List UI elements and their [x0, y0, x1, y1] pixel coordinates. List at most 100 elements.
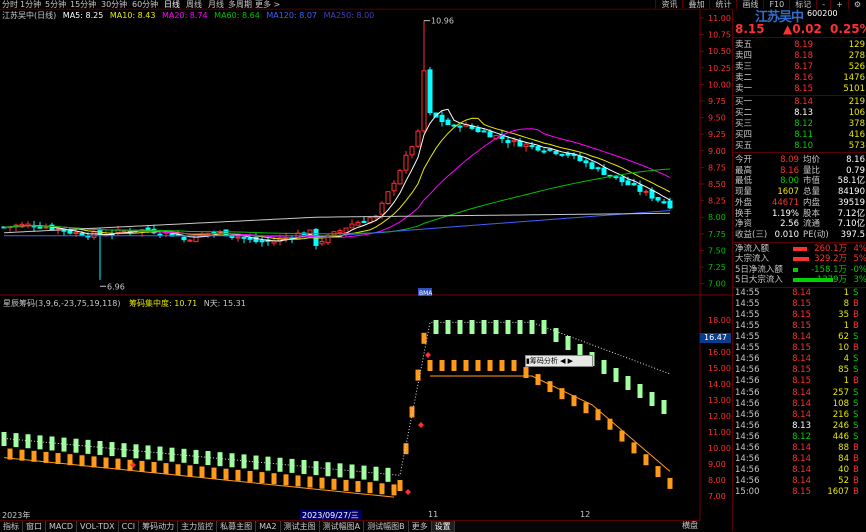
candle-body[interactable] — [361, 220, 367, 223]
bid-row[interactable]: 买二 8.13 106 — [733, 108, 866, 118]
candle-body[interactable] — [475, 127, 481, 133]
candle-body[interactable] — [457, 125, 463, 128]
candle-body[interactable] — [637, 184, 643, 192]
candle-body[interactable] — [43, 226, 49, 229]
indicator-green-bar — [265, 456, 271, 471]
candle-body[interactable] — [541, 150, 547, 153]
candle-body[interactable] — [529, 145, 535, 148]
candle-body[interactable] — [355, 221, 361, 226]
tab-test-sub-a[interactable]: 测试幅图A — [320, 521, 365, 532]
candle-body[interactable] — [343, 227, 349, 233]
kline-chart[interactable]: 11.00 10.75 10.50 10.25 10.00 9.75 9.50 9.25 9.0… — [0, 0, 732, 520]
candle-body[interactable] — [91, 231, 97, 238]
candle-body[interactable] — [619, 176, 625, 183]
tick-time: 14:55 — [735, 298, 760, 309]
zoom-in-icon[interactable]: + — [830, 0, 848, 9]
tab-cci[interactable]: CCI — [119, 521, 140, 532]
tab-ma2[interactable]: MA2 — [256, 521, 281, 532]
candle-body[interactable] — [631, 183, 637, 186]
candle-body[interactable] — [397, 170, 403, 185]
indicator-green-bar — [37, 435, 43, 450]
stat-row: 最高 8.16 量比 0.79 — [733, 166, 866, 176]
candle-body[interactable] — [37, 226, 43, 229]
candle-body[interactable] — [517, 140, 523, 147]
bid-row[interactable]: 买四 8.11 416 — [733, 130, 866, 140]
candle-body[interactable] — [445, 119, 451, 126]
chip-analysis-popup[interactable]: ▮筹码分析 ◀ ▶ — [525, 355, 593, 367]
indicator-legend: 星辰筹码(3,9,6,-23,75,19,118) 筹码集中度: 10.71 N… — [3, 298, 246, 309]
candle-body[interactable] — [379, 202, 385, 215]
candle-body[interactable] — [349, 223, 355, 229]
candle-body[interactable] — [649, 189, 655, 199]
candle-body[interactable] — [181, 236, 187, 241]
candle-body[interactable] — [655, 197, 661, 201]
candle-body[interactable] — [73, 231, 79, 235]
tab-chip-power[interactable]: 筹码动力 — [139, 521, 179, 532]
candle-body[interactable] — [259, 240, 265, 243]
candle-body[interactable] — [547, 148, 553, 151]
tab-macd[interactable]: MACD — [46, 521, 77, 532]
candle-body[interactable] — [559, 153, 565, 156]
candle-body[interactable] — [319, 240, 325, 245]
candle-body[interactable] — [235, 236, 241, 239]
bid-row[interactable]: 买五 8.10 573 — [733, 141, 866, 151]
candle-body[interactable] — [439, 114, 445, 123]
zoom-out-icon[interactable]: - — [816, 0, 830, 9]
candle-body[interactable] — [577, 155, 583, 162]
bid-row[interactable]: 买三 8.12 378 — [733, 119, 866, 129]
tab-test-main[interactable]: 测试主图 — [281, 521, 320, 532]
ask-row[interactable]: 卖二 8.16 1476 — [733, 73, 866, 83]
ask-row[interactable]: 卖一 8.15 5101 — [733, 84, 866, 94]
ask-row[interactable]: 卖五 8.19 129 — [733, 40, 866, 50]
candle-body[interactable] — [643, 190, 649, 193]
candle-body[interactable] — [625, 180, 631, 186]
candle-body[interactable] — [523, 143, 529, 148]
candle-body[interactable] — [121, 230, 127, 233]
candle-body[interactable] — [511, 139, 517, 143]
draw-button[interactable]: 画线 — [736, 0, 763, 9]
candle-body[interactable] — [553, 150, 559, 155]
candle-body[interactable] — [247, 237, 253, 240]
candle-body[interactable] — [535, 146, 541, 151]
candle-body[interactable] — [325, 234, 331, 244]
candle-body[interactable] — [487, 131, 493, 138]
tab-test-sub-b[interactable]: 测试幅图B — [364, 521, 409, 532]
settings-gear-icon[interactable]: ⚙ — [847, 0, 866, 9]
f10-button[interactable]: F10 — [763, 0, 789, 9]
ask-row[interactable]: 卖四 8.18 278 — [733, 51, 866, 61]
candle-body[interactable] — [595, 167, 601, 170]
tab-vol-tdx[interactable]: VOL-TDX — [77, 521, 119, 532]
tab-private-main[interactable]: 私募主图 — [217, 521, 257, 532]
candle-body[interactable] — [481, 130, 487, 133]
candle-body[interactable] — [403, 154, 409, 171]
candle-body[interactable] — [505, 140, 511, 144]
candle-body[interactable] — [589, 162, 595, 169]
candle-body[interactable] — [187, 239, 193, 242]
ask-row[interactable]: 卖三 8.17 526 — [733, 62, 866, 72]
candle-body[interactable] — [409, 146, 415, 156]
bid-row[interactable]: 买一 8.14 219 — [733, 97, 866, 107]
candle-body[interactable] — [661, 201, 667, 204]
indicator-green-bar — [181, 448, 187, 463]
mark-button[interactable]: 标记 — [789, 0, 816, 9]
sideways-label[interactable]: 横盘 — [682, 520, 732, 531]
candle-body[interactable] — [427, 69, 433, 114]
candle-body[interactable] — [613, 176, 619, 179]
candle-body[interactable] — [421, 70, 427, 132]
candle-body[interactable] — [667, 200, 673, 209]
candle-body[interactable] — [601, 167, 607, 175]
candle-body[interactable] — [157, 233, 163, 236]
candle-body[interactable] — [337, 230, 343, 234]
candle-body[interactable] — [385, 191, 391, 205]
tab-more[interactable]: 更多 — [409, 521, 432, 532]
candle-body[interactable] — [241, 236, 247, 239]
tab-indicator[interactable]: 指标 — [0, 521, 23, 532]
tab-window[interactable]: 窗口 — [23, 521, 46, 532]
candle-body[interactable] — [229, 235, 235, 238]
tab-main-monitor[interactable]: 主力监控 — [178, 521, 218, 532]
candle-body[interactable] — [583, 160, 589, 164]
candle-body[interactable] — [565, 153, 571, 156]
candle-body[interactable] — [391, 182, 397, 192]
tab-settings[interactable]: 设置 — [431, 521, 455, 532]
candle-body[interactable] — [415, 130, 421, 147]
